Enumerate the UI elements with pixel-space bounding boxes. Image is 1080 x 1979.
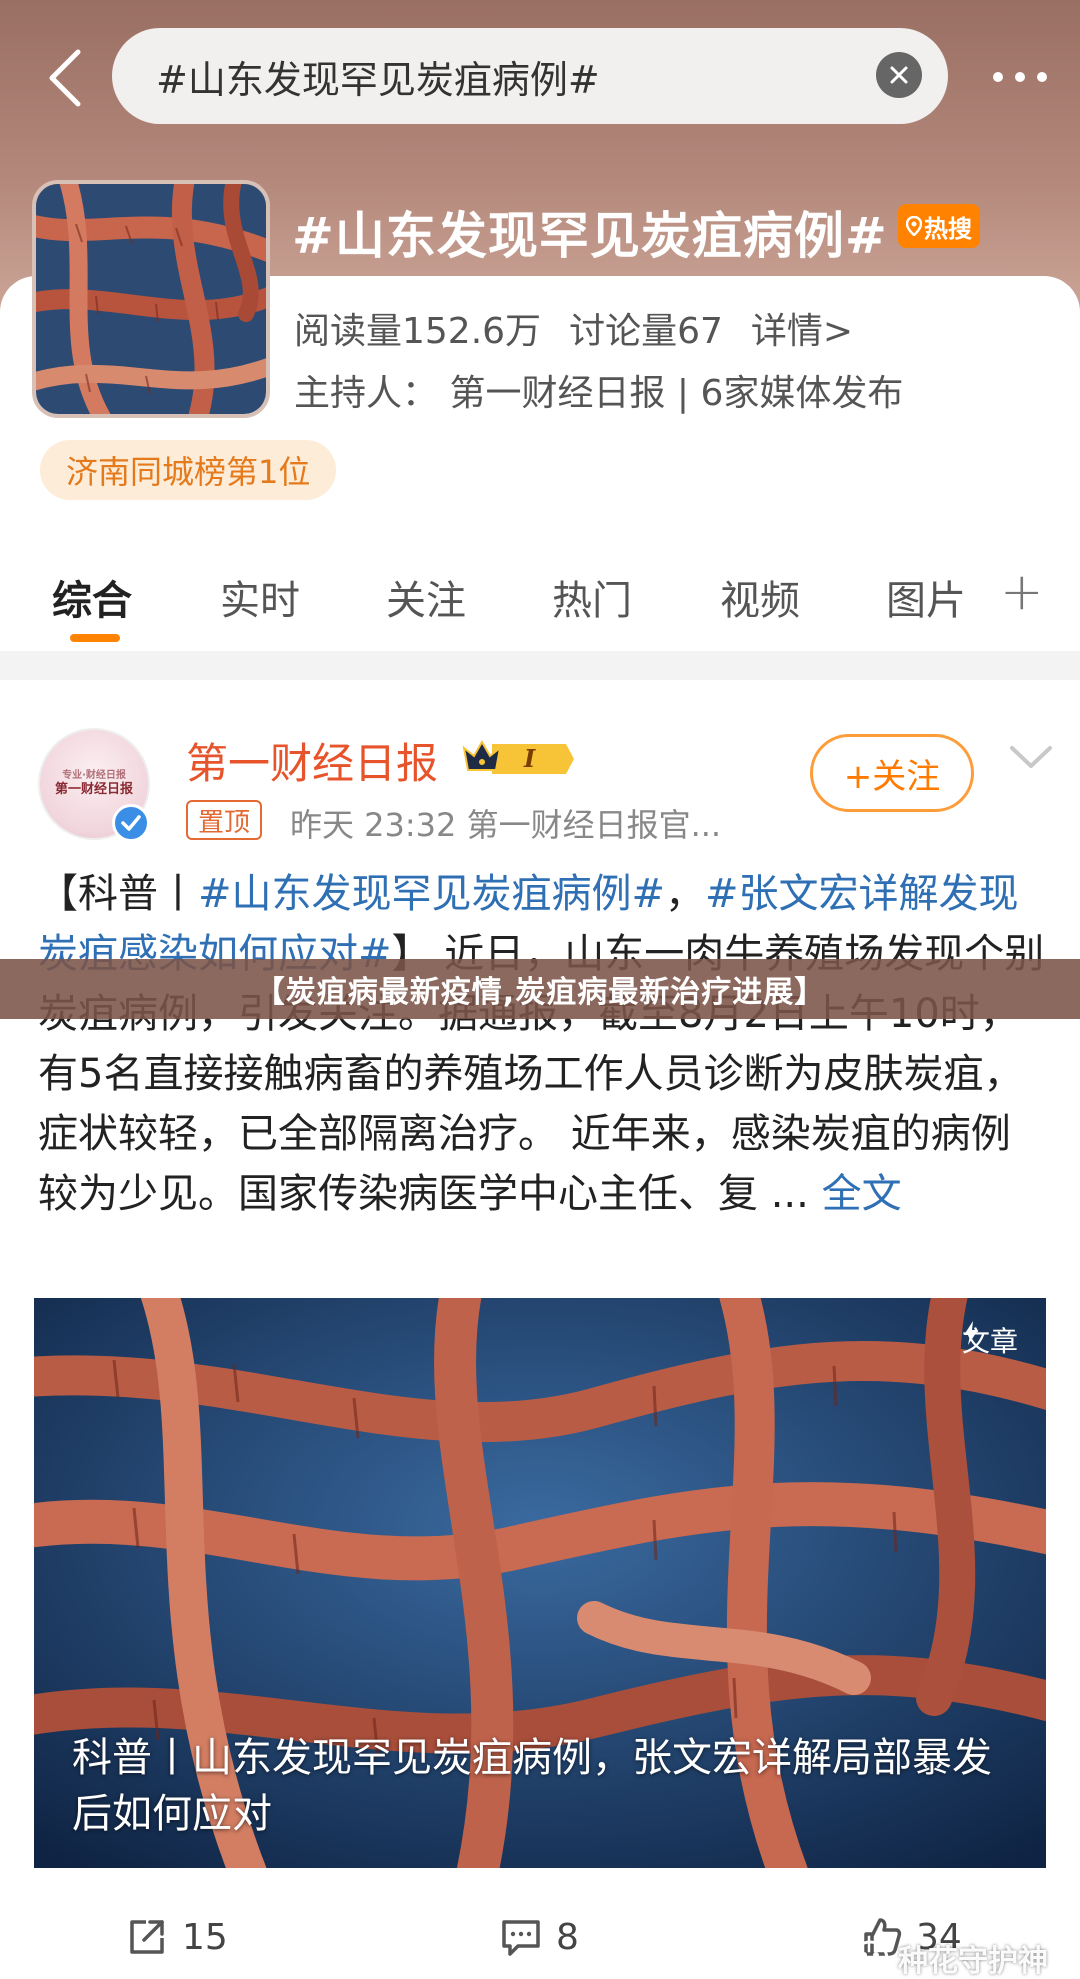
tab-realtime[interactable]: 实时 xyxy=(220,568,300,626)
repost-count: 15 xyxy=(182,1916,228,1958)
image-caption: 科普丨山东发现罕见炭疽病例，张文宏详解局部暴发后如何应对 xyxy=(72,1735,992,1837)
topic-title: #山东发现罕见炭疽病例# xyxy=(292,207,888,265)
post-meta: 昨天 23:32 第一财经日报官... xyxy=(290,806,722,844)
pinned-badge: 置顶 xyxy=(186,800,263,840)
paw-icon xyxy=(851,1940,889,1977)
location-pin-icon xyxy=(906,216,922,236)
vip-level: I xyxy=(523,744,536,773)
more-options-button[interactable] xyxy=(975,50,1065,104)
comment-button[interactable]: 8 xyxy=(500,1916,579,1958)
back-arrow-icon xyxy=(49,49,81,107)
avatar-subtext: 专业·财经日报 xyxy=(62,770,126,782)
watermark-text: 种花守护神 xyxy=(898,1944,1048,1979)
topic-thumbnail-image xyxy=(32,180,270,418)
avatar-text: 第一财经日报 xyxy=(54,782,133,798)
close-icon xyxy=(890,66,908,84)
details-link[interactable]: 详情> xyxy=(751,302,853,354)
hot-search-badge[interactable]: 热搜 xyxy=(898,204,980,248)
vip-crown-icon: I xyxy=(462,739,574,774)
lightning-icon xyxy=(963,1321,978,1345)
hot-badge-label: 热搜 xyxy=(924,214,972,243)
repost-button[interactable]: 15 xyxy=(126,1916,228,1958)
checkmark-icon xyxy=(121,815,141,831)
author-name[interactable]: 第一财经日报 xyxy=(186,730,438,791)
tab-images[interactable]: 图片 xyxy=(886,568,966,626)
more-dot-icon xyxy=(1015,72,1025,82)
search-field[interactable]: #山东发现罕见炭疽病例# xyxy=(112,28,948,124)
post-article-image[interactable]: 文章 科普丨山东发现罕见炭疽病例，张文宏详解局部暴发后如何应对 xyxy=(34,1298,1046,1868)
more-dot-icon xyxy=(1037,72,1047,82)
city-rank-badge[interactable]: 济南同城榜第1位 xyxy=(40,440,337,500)
tab-bar: 综合 实时 关注 热门 视频 图片 + xyxy=(0,560,1080,650)
back-button[interactable] xyxy=(30,38,100,118)
comment-icon xyxy=(502,1920,540,1956)
full-text-link[interactable]: 全文 xyxy=(822,1171,902,1217)
topic-host: 主持人： 第一财经日报 | 6家媒体发布 xyxy=(294,373,904,414)
share-icon xyxy=(130,1920,164,1954)
post-text-separator: ， xyxy=(665,871,706,917)
tab-following[interactable]: 关注 xyxy=(386,568,466,626)
topic-stats: 阅读量152.6万 讨论量67 详情> xyxy=(294,302,853,354)
chevron-down-icon[interactable] xyxy=(1006,738,1056,778)
overlay-title-banner: 【炭疽病最新疫情,炭疽病最新治疗进展】 xyxy=(0,959,1080,1019)
comment-count: 8 xyxy=(556,1916,579,1958)
post-card: 专业·财经日报 第一财经日报 第一财经日报 I 置顶 昨天 23:32 第一财经… xyxy=(0,680,1080,1979)
add-tab-button[interactable]: + xyxy=(1000,562,1044,622)
follow-button[interactable]: +关注 xyxy=(810,734,974,812)
tab-comprehensive[interactable]: 综合 xyxy=(52,568,132,626)
overlay-title: 【炭疽病最新疫情,炭疽病最新治疗进展】 xyxy=(254,975,826,1010)
discussion-count: 讨论量67 xyxy=(569,311,723,352)
more-dot-icon xyxy=(993,72,1003,82)
hashtag-link-1[interactable]: #山东发现罕见炭疽病例# xyxy=(198,871,665,917)
tab-video[interactable]: 视频 xyxy=(720,568,800,626)
watermark: 种花守护神 xyxy=(850,1934,1048,1979)
clear-search-button[interactable] xyxy=(876,52,922,98)
article-badge: 文章 xyxy=(962,1320,1018,1360)
post-text: 【科普丨#山东发现罕见炭疽病例#，#张文宏详解发现炭疽感染如何应对#】 近日，山… xyxy=(38,864,1048,1224)
tab-hot[interactable]: 热门 xyxy=(552,568,632,626)
verified-badge xyxy=(112,804,150,842)
active-tab-indicator xyxy=(70,634,120,642)
read-count: 阅读量152.6万 xyxy=(294,311,542,352)
search-query-text: #山东发现罕见炭疽病例# xyxy=(156,57,600,102)
post-text-prefix: 【科普丨 xyxy=(38,871,198,917)
